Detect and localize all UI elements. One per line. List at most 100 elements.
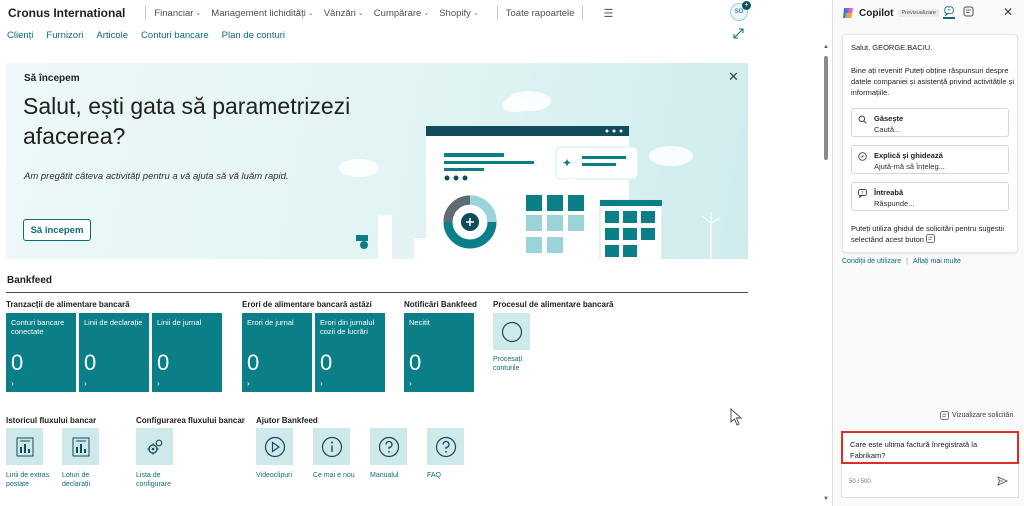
divider [582,6,584,20]
action-label-videoclipuri[interactable]: Videoclipuri [256,471,301,480]
action-label-lista-config[interactable]: Lista de configurare [136,471,182,489]
chevron-down-icon: ⌄ [423,10,430,17]
get-started-button[interactable]: Să începem [23,219,91,241]
tile-label: Necitit [409,318,430,327]
scroll-down-icon[interactable]: ▼ [823,496,829,502]
menu-vanzari[interactable]: Vânzări ⌄ [324,8,364,19]
copilot-logo-icon [843,8,853,18]
help-icon [435,436,456,457]
menu-management-lichiditati[interactable]: Management lichidități ⌄ [211,8,313,19]
report-chart-icon [72,437,89,456]
tile-label: Erori din jurnalul cozii de lucrări [320,318,375,336]
action-label-ce-mai-nou[interactable]: Ce mai e nou [313,471,358,480]
statement-batches-action[interactable] [62,428,99,465]
action-label-faq[interactable]: FAQ [427,471,472,480]
copilot-title: Copilot [859,7,894,19]
menu-shopify[interactable]: Shopify ⌄ [439,8,479,19]
tile-label: Linii de jurnal [157,318,202,327]
prompt-guide-icon [940,411,949,420]
scroll-up-icon[interactable]: ▲ [823,44,829,50]
group-title-configurare: Configurarea fluxului bancar [136,416,245,425]
top-bar: Cronus International Financiar ⌄ Manageme… [0,0,832,26]
tile-linii-jurnal[interactable]: Linii de jurnal 0 › [152,313,222,392]
svg-text:✦: ✦ [562,156,572,170]
tile-value: 0 [84,350,97,375]
tile-value: 0 [157,350,170,375]
tile-conturi-bancare-conectate[interactable]: Conturi bancare conectate 0 › [6,313,76,392]
option-title: Întreabă [874,188,904,197]
company-name[interactable]: Cronus International [8,6,125,20]
all-reports-link[interactable]: Toate rapoartele [506,8,575,19]
nav-link-plan-conturi[interactable]: Plan de conturi [222,30,285,41]
tile-value: 0 [247,350,260,375]
option-explain[interactable]: Explică și ghidează Ajută-mă să înțeleg.… [851,145,1009,174]
chat-icon[interactable] [943,6,955,19]
whats-new-action[interactable] [313,428,350,465]
chevron-right-icon: › [84,379,87,388]
process-accounts-action[interactable] [493,313,530,350]
videos-action[interactable] [256,428,293,465]
play-icon [264,436,285,457]
terms-link[interactable]: Condiții de utilizare [842,258,901,265]
posted-statement-lines-action[interactable] [6,428,43,465]
intro-text: Bine ați revenit! Puteți obține răspunsu… [851,66,1014,97]
group-title-notificari: Notificări Bankfeed [404,300,477,309]
copilot-links: Condiții de utilizare | Aflați mai multe [842,258,961,265]
report-chart-icon [16,437,33,456]
option-find[interactable]: Găsește Caută... [851,108,1009,137]
view-prompts-button[interactable]: Vizualizare solicitări [940,411,1013,420]
setup-list-action[interactable] [136,428,173,465]
compass-icon [858,152,867,161]
circle-icon [501,321,522,342]
main-scrollbar-thumb[interactable] [824,56,828,160]
menu-financiar[interactable]: Financiar ⌄ [154,8,201,19]
option-title: Explică și ghidează [874,151,943,160]
chevron-right-icon: › [320,379,323,388]
nav-link-furnizori[interactable]: Furnizori [46,30,83,41]
faq-action[interactable] [427,428,464,465]
action-label-loturi[interactable]: Loturi de declarații [62,471,102,489]
menu-cumparare[interactable]: Cumpărare ⌄ [374,8,429,19]
divider [145,6,147,20]
tile-label: Conturi bancare conectate [11,318,65,336]
expand-icon[interactable] [733,28,744,39]
action-label-manualul[interactable]: Manualul [370,471,415,480]
info-icon [321,436,342,457]
help-icon [378,436,399,457]
group-title-istoric: Istoricul fluxului bancar [6,416,97,425]
chevron-right-icon: › [247,379,250,388]
tile-linii-declaratie[interactable]: Linii de declarație 0 › [79,313,149,392]
manual-action[interactable] [370,428,407,465]
action-label-procesati[interactable]: Procesați conturile [493,355,538,373]
copilot-message-input[interactable]: Care este ultima factură înregistrată la… [841,431,1019,464]
tile-necitit[interactable]: Necitit 0 › [404,313,474,392]
prompt-guide-icon[interactable] [963,6,974,17]
character-counter: 50 / 500 [849,479,871,485]
navigation-bar: Clienți Furnizori Articole Conturi banca… [0,26,832,44]
tile-erori-jurnal[interactable]: Erori de jurnal 0 › [242,313,312,392]
prompt-guide-icon [926,234,935,243]
learn-more-link[interactable]: Aflați mai multe [913,258,961,265]
action-label-linii-extras[interactable]: Linii de extras postate [6,471,54,489]
section-title: Bankfeed [7,275,53,286]
link-separator: | [906,258,908,265]
user-avatar[interactable]: SO + [730,1,751,21]
group-title-erori: Erori de alimentare bancară astăzi [242,300,372,309]
tile-value: 0 [320,350,333,375]
close-icon[interactable]: ✕ [1003,5,1013,19]
avatar-initials: SO [734,9,744,15]
nav-link-conturi-bancare[interactable]: Conturi bancare [141,30,209,41]
nav-link-clienti[interactable]: Clienți [7,30,33,41]
nav-link-articole[interactable]: Articole [96,30,128,41]
tile-erori-coada-lucrari[interactable]: Erori din jurnalul cozii de lucrări 0 › [315,313,385,392]
main-pane: Cronus International Financiar ⌄ Manageme… [0,0,832,506]
search-icon [858,115,867,124]
menu-label: Management lichidități [211,7,306,19]
chevron-right-icon: › [157,379,160,388]
chevron-right-icon: › [409,379,412,388]
send-icon[interactable] [997,476,1008,486]
option-ask[interactable]: ? Întreabă Răspunde... [851,182,1009,211]
tile-label: Linii de declarație [84,318,143,327]
hamburger-menu-icon[interactable]: ☰ [603,7,613,20]
option-subtitle: Caută... [874,125,901,134]
